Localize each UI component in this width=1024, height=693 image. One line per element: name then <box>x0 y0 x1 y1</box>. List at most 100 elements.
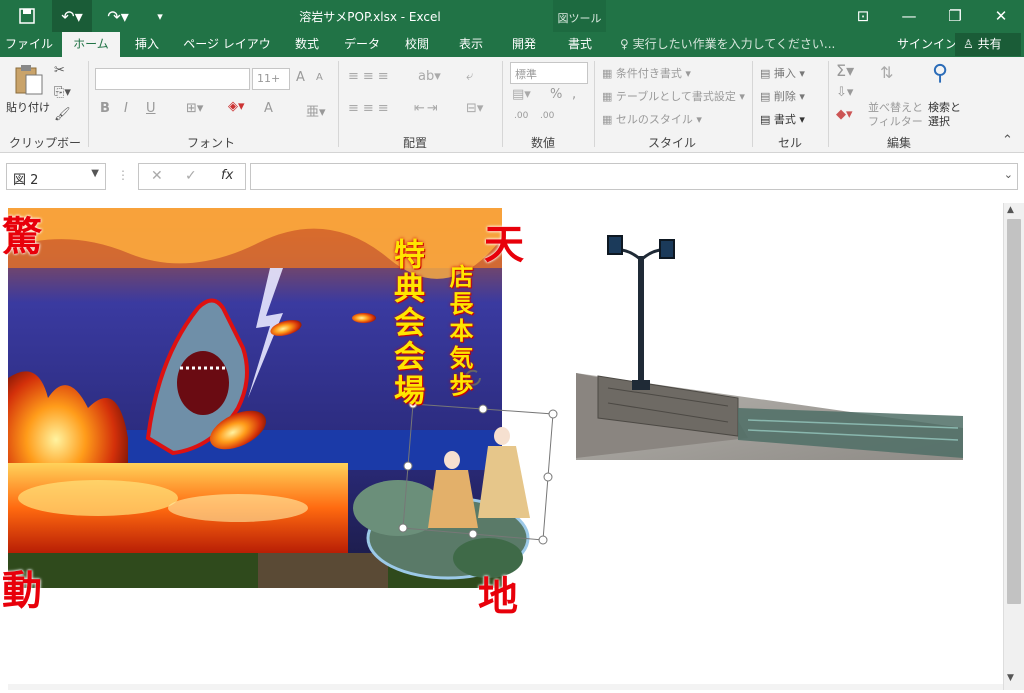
tab-data[interactable]: データ <box>338 32 386 57</box>
tab-review[interactable]: 校閲 <box>394 32 440 57</box>
minimize-icon[interactable]: — <box>886 0 932 32</box>
group-label-styles: スタイル <box>647 136 696 150</box>
fill-icon[interactable]: ⇩▾ <box>836 85 853 100</box>
tab-formulas[interactable]: 数式 <box>284 32 330 57</box>
cell-styles-icon: ▦ <box>602 113 616 126</box>
promenade-image[interactable] <box>576 235 963 460</box>
collapse-ribbon-icon[interactable]: ⌃ <box>1002 133 1013 148</box>
italic-button[interactable]: I <box>124 101 128 116</box>
format-cells-button[interactable]: ▤ 書式 ▾ <box>760 111 805 127</box>
conditional-format-icon: ▦ <box>602 67 616 80</box>
formula-bar: 図 2 ▼ ⋮ ✕ ✓ fx ⌄ <box>0 153 1024 201</box>
conditional-format-button[interactable]: ▦ 条件付き書式 ▾ <box>602 65 691 81</box>
expand-formula-bar-icon[interactable]: ⌄ <box>1004 168 1013 181</box>
tab-home[interactable]: ホーム <box>62 32 120 57</box>
share-label: 共有 <box>977 37 1002 51</box>
paste-icon[interactable] <box>12 63 46 101</box>
font-color-button[interactable]: A <box>264 101 273 116</box>
resize-handle[interactable] <box>398 523 408 533</box>
delete-cells-label: 削除 <box>773 90 796 103</box>
merge-center-icon[interactable]: ⊟▾ <box>466 101 483 116</box>
bold-button[interactable]: B <box>100 101 110 116</box>
phonetic-icon[interactable]: 亜▾ <box>306 101 326 120</box>
cell-styles-label: セルのスタイル <box>615 113 693 126</box>
tab-file[interactable]: ファイル <box>0 32 58 57</box>
orientation-icon[interactable]: ab▾ <box>418 69 441 84</box>
font-size-combo[interactable]: 11+ <box>252 68 290 90</box>
scroll-thumb[interactable] <box>1007 219 1021 604</box>
vertical-scrollbar[interactable]: ▲ ▼ <box>1003 203 1024 690</box>
percent-button[interactable]: % <box>550 87 562 102</box>
cancel-icon[interactable]: ✕ <box>151 168 163 184</box>
find-select-label-2[interactable]: 選択 <box>928 113 950 129</box>
cut-icon[interactable]: ✂ <box>54 63 65 78</box>
underline-button[interactable]: U <box>146 101 156 116</box>
resize-handle[interactable] <box>478 404 488 414</box>
format-painter-icon[interactable]: 🖌 <box>54 107 71 122</box>
sort-filter-icon[interactable]: ⇅ <box>880 63 893 82</box>
grow-font-button[interactable]: A <box>296 70 305 85</box>
scroll-down-icon[interactable]: ▼ <box>1007 673 1014 683</box>
share-button[interactable]: ♙ 共有 <box>955 33 1021 56</box>
ribbon-display-options-icon[interactable]: ⊡ <box>840 0 886 32</box>
ribbon-home: 貼り付け ✂ ⎘▾ 🖌 クリップボード 11+ A A B I U ⊞▾ ◈▾ … <box>0 57 1024 167</box>
poster-corner-bl: 動 <box>2 567 42 614</box>
group-label-number: 数値 <box>530 136 555 150</box>
resize-handle[interactable] <box>548 409 558 419</box>
resize-handle[interactable] <box>538 535 548 545</box>
group-label-cells: セル <box>777 136 802 150</box>
enter-icon[interactable]: ✓ <box>185 168 197 184</box>
border-icon[interactable]: ⊞▾ <box>186 101 203 116</box>
tab-page-layout[interactable]: ページ レイアウト <box>178 32 276 76</box>
resize-handle[interactable] <box>403 461 413 471</box>
accounting-format-icon[interactable]: ▤▾ <box>512 87 531 102</box>
sort-filter-label-2[interactable]: フィルター <box>868 113 923 129</box>
decrease-decimal-button[interactable]: .00 <box>540 111 554 121</box>
insert-cells-icon: ▤ <box>760 67 774 80</box>
tab-view[interactable]: 表示 <box>448 32 494 57</box>
signin-link[interactable]: サインイン <box>897 32 957 57</box>
wrap-text-icon[interactable]: ⤶ <box>466 69 473 84</box>
vertical-align-icons[interactable]: ≡≡≡ <box>348 69 393 84</box>
insert-cells-button[interactable]: ▤ 挿入 ▾ <box>760 65 805 81</box>
resize-handle[interactable] <box>543 472 553 482</box>
comma-button[interactable]: , <box>572 87 576 102</box>
poster-sub-text: 店長本気歩 <box>445 264 473 399</box>
tab-insert[interactable]: 挿入 <box>124 32 170 57</box>
group-label-editing: 編集 <box>886 136 911 150</box>
paste-button[interactable]: 貼り付け <box>6 99 50 115</box>
tell-me-search[interactable]: ♀ 実行したい作業を入力してください... <box>620 32 835 57</box>
close-icon[interactable]: ✕ <box>978 0 1024 32</box>
worksheet-canvas[interactable]: 驚 天 動 地 特典会会場 店長本気歩 <box>2 208 1003 690</box>
restore-icon[interactable]: ❐ <box>932 0 978 32</box>
copy-icon[interactable]: ⎘▾ <box>54 85 71 100</box>
tab-format[interactable]: 書式 <box>556 32 604 57</box>
cell-styles-button[interactable]: ▦ セルのスタイル ▾ <box>602 111 702 127</box>
format-as-table-button[interactable]: ▦ テーブルとして書式設定 ▾ <box>602 88 745 104</box>
number-format-combo[interactable]: 標準 <box>510 62 588 84</box>
tell-me-text: 実行したい作業を入力してください... <box>632 37 836 51</box>
font-name-combo[interactable] <box>95 68 250 90</box>
delete-cells-button[interactable]: ▤ 削除 ▾ <box>760 88 805 104</box>
find-select-icon[interactable]: ⚲ <box>932 61 948 86</box>
horizontal-align-icons[interactable]: ≡≡≡ <box>348 101 393 116</box>
increase-decimal-button[interactable]: .00 <box>514 111 528 121</box>
resize-handle[interactable] <box>468 529 478 539</box>
fireball <box>352 313 376 323</box>
indent-icons[interactable]: ⇤⇥ <box>414 101 440 116</box>
fill-color-icon[interactable]: ◈▾ <box>228 99 245 114</box>
separator <box>338 61 339 147</box>
ribbon-tabs: ファイル ホーム 挿入 ページ レイアウト 数式 データ 校閲 表示 開発 書式… <box>0 32 1024 76</box>
separator <box>752 61 753 147</box>
name-box[interactable]: 図 2 ▼ <box>6 163 106 190</box>
shrink-font-button[interactable]: A <box>316 72 323 83</box>
formula-input[interactable]: ⌄ <box>250 163 1018 190</box>
clear-icon[interactable]: ◆▾ <box>836 107 853 122</box>
insert-function-icon[interactable]: fx <box>221 168 233 183</box>
tab-developer[interactable]: 開発 <box>502 32 546 57</box>
autosum-icon[interactable]: Σ▾ <box>836 61 854 80</box>
scroll-up-icon[interactable]: ▲ <box>1007 205 1014 215</box>
chevron-down-icon: ▼ <box>91 168 99 179</box>
delete-cells-icon: ▤ <box>760 90 774 103</box>
format-as-table-label: テーブルとして書式設定 <box>615 90 736 103</box>
